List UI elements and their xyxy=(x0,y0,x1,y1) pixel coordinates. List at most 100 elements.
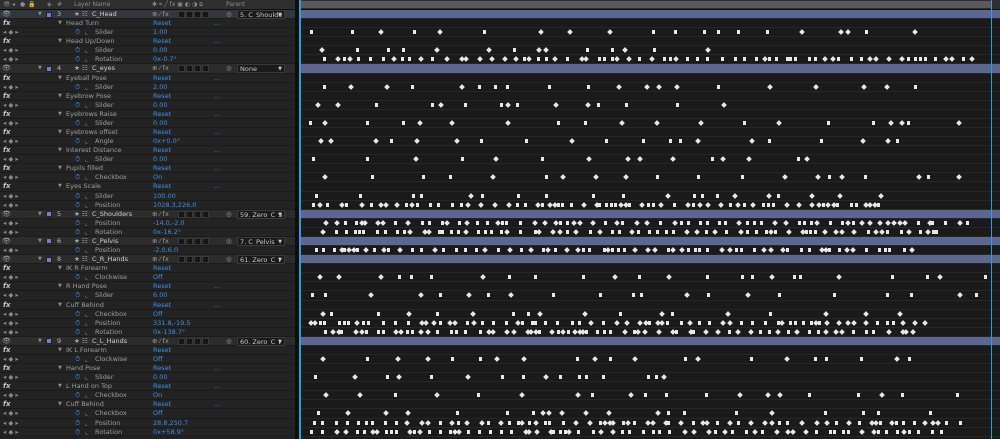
expand-triangle-icon[interactable]: ▼ xyxy=(58,92,62,101)
keyframe[interactable] xyxy=(376,229,380,234)
fx-icon[interactable]: fx xyxy=(3,282,11,291)
keyframe[interactable] xyxy=(735,328,741,335)
keyframe[interactable] xyxy=(322,219,329,226)
keyframe[interactable] xyxy=(879,229,886,235)
label-color-swatch[interactable] xyxy=(46,337,52,346)
keyframe[interactable] xyxy=(774,428,780,435)
property-value[interactable]: 0x+0.0° xyxy=(153,137,223,146)
keyframe[interactable] xyxy=(591,429,595,434)
keyframe[interactable] xyxy=(557,229,563,235)
keyframe[interactable] xyxy=(866,56,873,63)
keyframe-nav-icon[interactable]: ◂ ◆ ▸ xyxy=(3,355,19,364)
effect-name[interactable]: Eyebrows Raise xyxy=(66,110,150,119)
expand-triangle-icon[interactable]: ▼ xyxy=(58,74,62,83)
keyframe[interactable] xyxy=(430,275,434,280)
keyframe[interactable] xyxy=(766,83,773,90)
stopwatch-icon[interactable]: ⏱ xyxy=(75,328,80,337)
keyframe-nav-icon[interactable]: ◂ ◆ ▸ xyxy=(3,192,19,201)
keyframe[interactable] xyxy=(779,319,786,326)
keyframe[interactable] xyxy=(654,375,658,380)
keyframe[interactable] xyxy=(741,175,744,180)
keyframe[interactable] xyxy=(787,329,790,334)
keyframe[interactable] xyxy=(337,320,341,325)
keyframe[interactable] xyxy=(884,219,891,226)
keyframe[interactable] xyxy=(487,293,491,298)
expand-triangle-icon[interactable]: ▼ xyxy=(58,400,62,409)
label-color-swatch[interactable] xyxy=(46,64,52,73)
fx-icon[interactable]: fx xyxy=(3,37,11,46)
keyframe[interactable] xyxy=(704,47,711,54)
keyframe[interactable] xyxy=(667,429,671,434)
keyframe[interactable] xyxy=(733,57,737,62)
keyframe[interactable] xyxy=(575,247,582,253)
keyframe[interactable] xyxy=(464,102,468,107)
property-row[interactable]: ◂ ◆ ▸ ⏱ ⌞ Clockwise Off xyxy=(0,273,295,283)
keyframe[interactable] xyxy=(862,319,869,326)
switch-box[interactable] xyxy=(202,11,209,18)
keyframe[interactable] xyxy=(320,229,326,235)
keyframe[interactable] xyxy=(320,310,327,317)
effect-options-link[interactable]: ... xyxy=(214,382,220,391)
keyframe[interactable] xyxy=(355,220,359,225)
property-value[interactable]: Off xyxy=(153,355,223,364)
keyframe[interactable] xyxy=(462,229,469,235)
keyframe[interactable] xyxy=(610,57,614,62)
keyframe[interactable] xyxy=(624,102,628,107)
keyframe[interactable] xyxy=(823,419,830,426)
keyframe[interactable] xyxy=(706,248,710,253)
keyframe[interactable] xyxy=(451,319,458,326)
keyframe[interactable] xyxy=(486,220,490,225)
keyframe[interactable] xyxy=(430,375,433,380)
keyframe[interactable] xyxy=(618,311,622,316)
keyframe[interactable] xyxy=(658,201,665,208)
keyframe[interactable] xyxy=(782,219,789,226)
switch-box[interactable] xyxy=(194,256,201,264)
keyframe[interactable] xyxy=(747,328,754,335)
keyframe[interactable] xyxy=(595,329,599,334)
keyframe[interactable] xyxy=(406,329,410,334)
property-row[interactable]: ◂ ◆ ▸ ⏱ ⌞ Slider 2.00 xyxy=(0,83,295,92)
keyframe[interactable] xyxy=(745,156,752,163)
keyframe[interactable] xyxy=(824,319,830,326)
keyframe[interactable] xyxy=(706,275,710,280)
keyframe[interactable] xyxy=(608,329,612,334)
graph-icon[interactable]: ⌞ xyxy=(85,173,88,182)
property-value[interactable]: 0.00 xyxy=(153,155,223,164)
layer-switches[interactable]: ⊕ ⁄ fx xyxy=(152,10,169,19)
keyframe[interactable] xyxy=(611,274,618,281)
effect-name[interactable]: IK R Forearm xyxy=(66,264,150,273)
keyframe[interactable] xyxy=(761,247,767,253)
keyframe[interactable] xyxy=(449,120,456,126)
layer-duration-bar[interactable] xyxy=(299,336,1000,346)
keyframe[interactable] xyxy=(311,202,315,207)
keyframe[interactable] xyxy=(769,311,773,316)
keyframe[interactable] xyxy=(724,229,728,234)
keyframe[interactable] xyxy=(438,101,444,108)
graph-icon[interactable]: ⌞ xyxy=(85,119,88,128)
keyframe[interactable] xyxy=(484,229,488,234)
keyframe[interactable] xyxy=(366,320,370,325)
keyframe[interactable] xyxy=(876,320,880,325)
keyframe[interactable] xyxy=(823,328,830,335)
keyframe[interactable] xyxy=(455,428,462,435)
keyframe[interactable] xyxy=(552,56,558,63)
keyframe[interactable] xyxy=(577,219,584,226)
keyframe[interactable] xyxy=(897,310,903,317)
switch-box[interactable] xyxy=(194,65,201,73)
property-value[interactable]: 0.00 xyxy=(153,119,223,128)
keyframe[interactable] xyxy=(652,48,656,53)
switch-box[interactable] xyxy=(178,65,185,73)
keyframe[interactable] xyxy=(669,57,672,62)
keyframe[interactable] xyxy=(652,247,659,253)
property-value[interactable]: Off xyxy=(153,310,223,319)
keyframe[interactable] xyxy=(404,202,408,207)
keyframe[interactable] xyxy=(699,220,703,225)
keyframe[interactable] xyxy=(583,410,590,417)
property-row[interactable]: ◂ ◆ ▸ ⏱ ⌞ Rotation 0x-138.7° xyxy=(0,328,295,337)
property-value[interactable]: 0x-0.7° xyxy=(153,55,223,64)
keyframe[interactable] xyxy=(860,57,864,62)
keyframe[interactable] xyxy=(570,202,574,207)
keyframe[interactable] xyxy=(807,57,811,62)
keyframe[interactable] xyxy=(471,319,478,326)
keyframe[interactable] xyxy=(718,247,725,253)
